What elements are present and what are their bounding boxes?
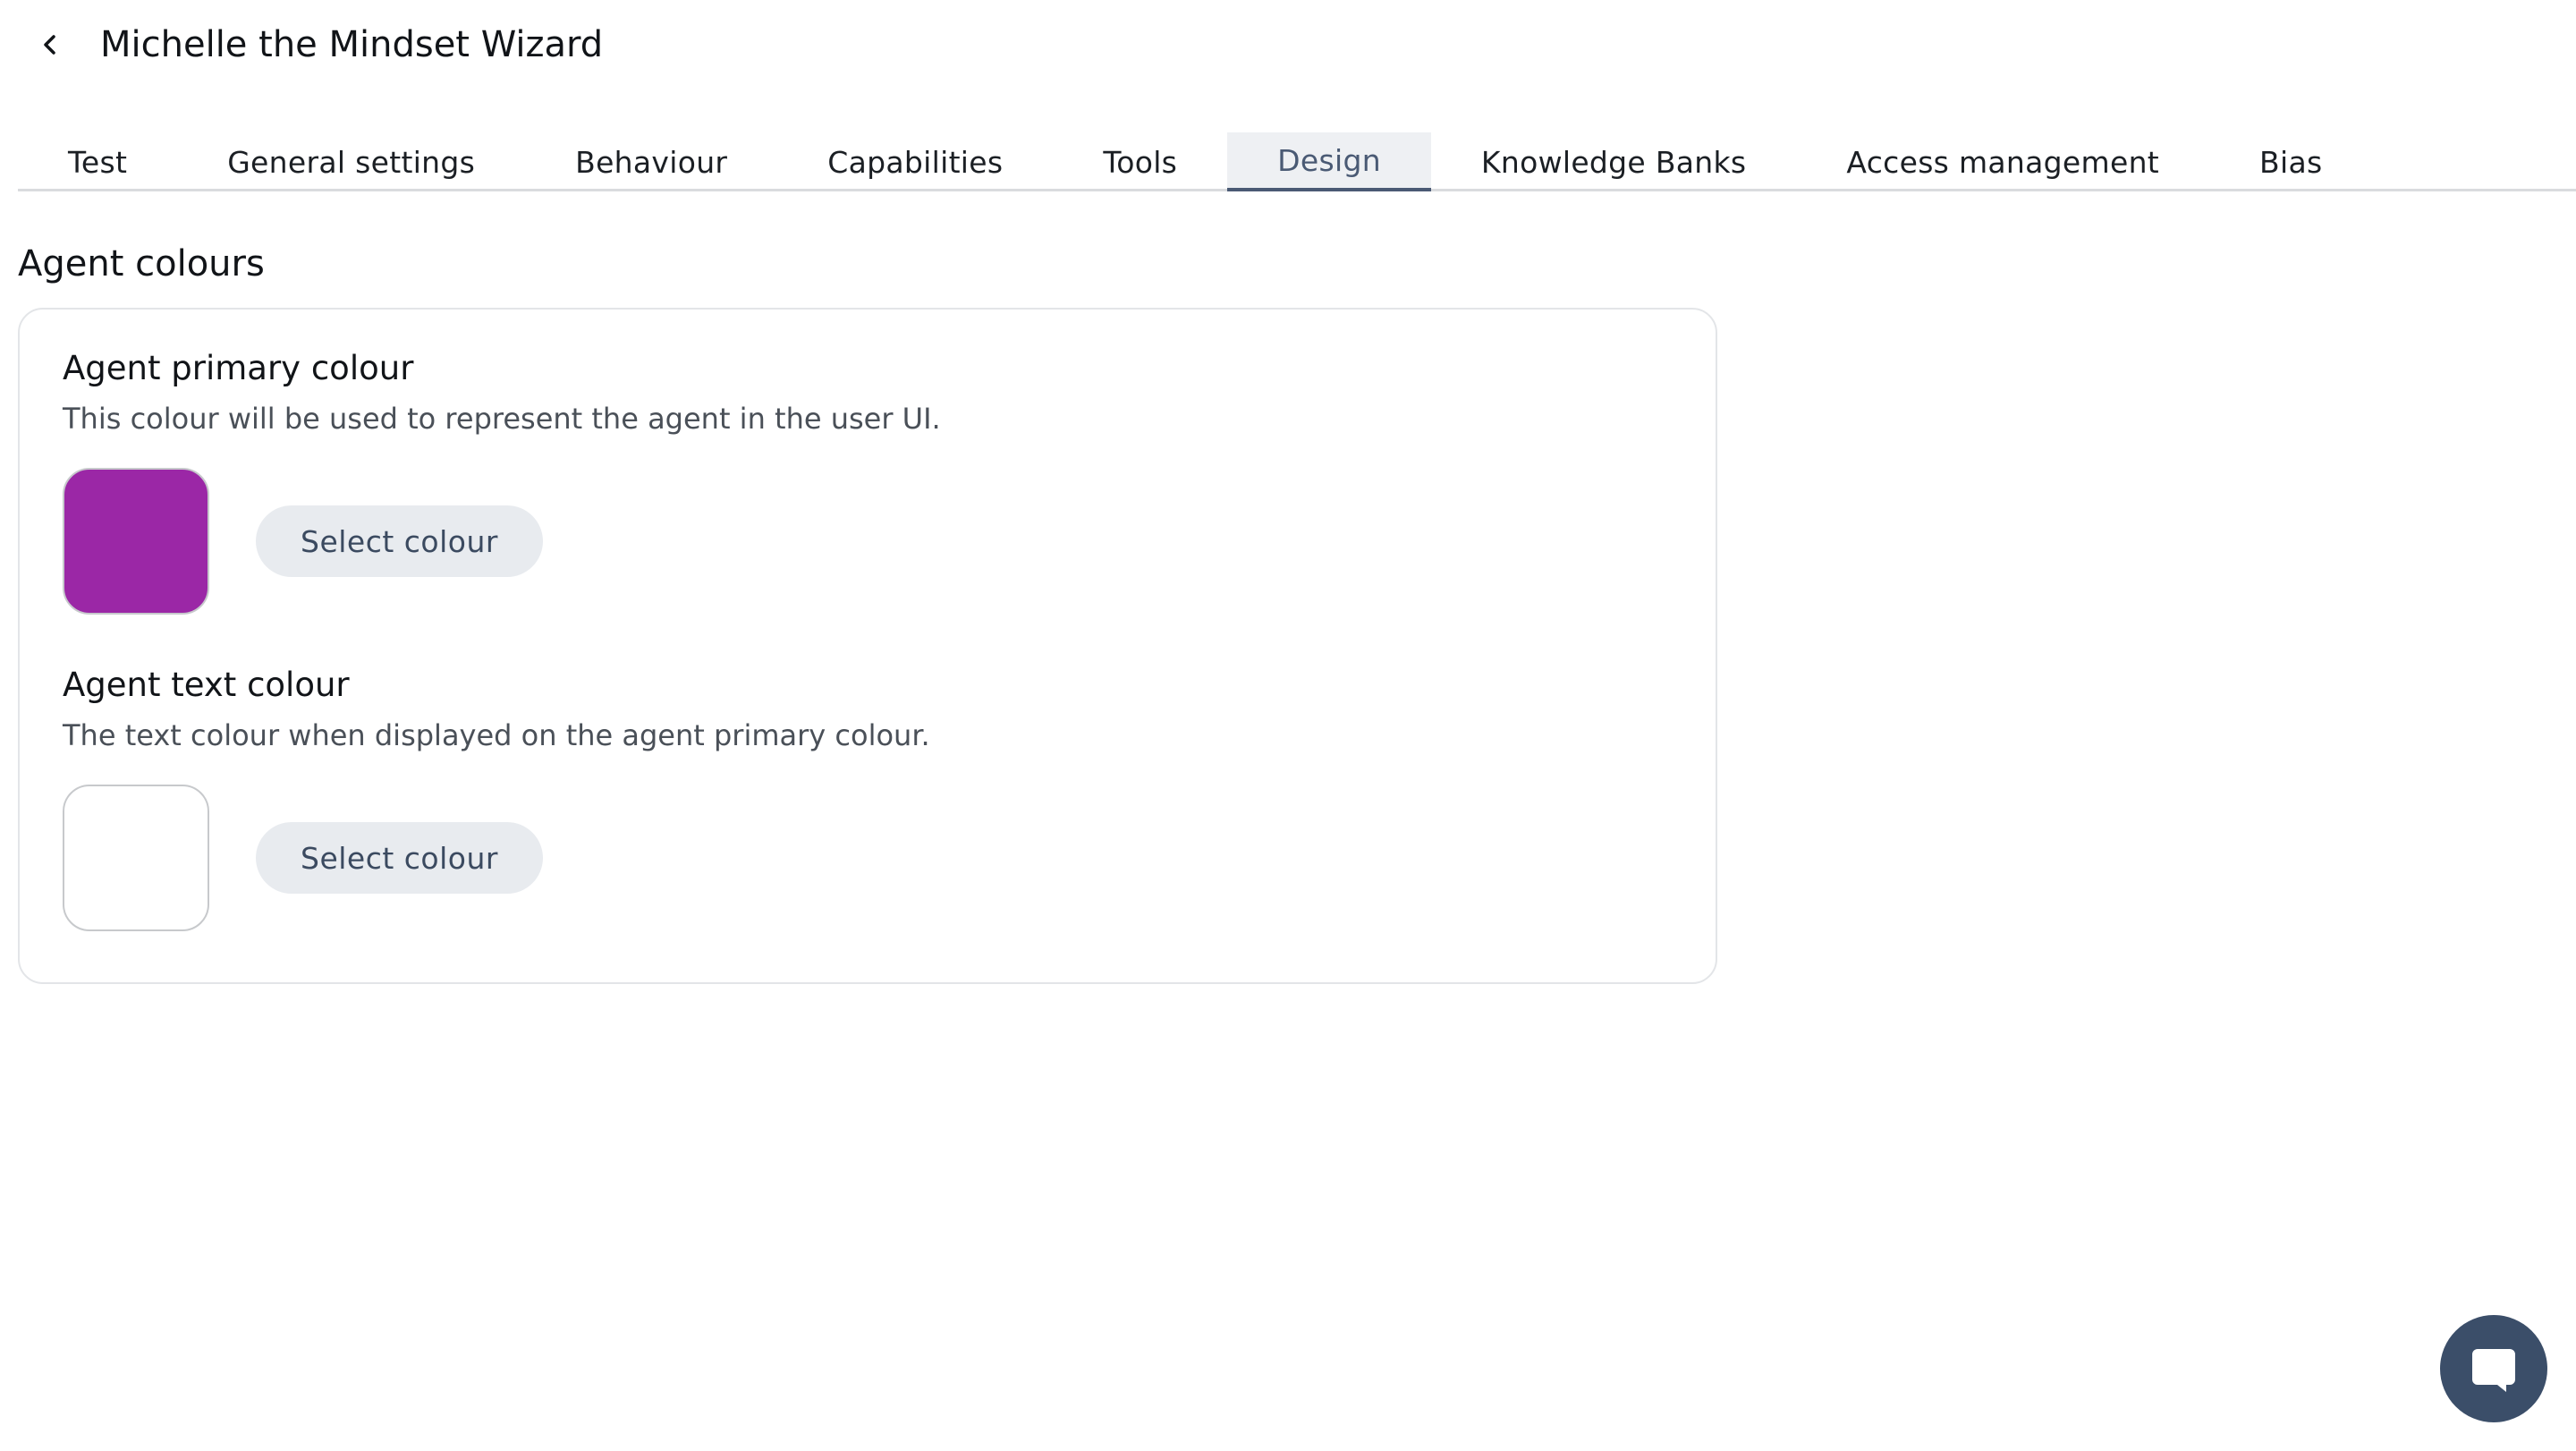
select-text-colour-button[interactable]: Select colour [256,822,543,894]
tab-behaviour[interactable]: Behaviour [525,132,777,191]
tab-test[interactable]: Test [18,132,177,191]
chat-bubble-icon [2472,1349,2515,1392]
text-colour-field: Agent text colour The text colour when d… [63,666,930,931]
select-primary-colour-button[interactable]: Select colour [256,505,543,577]
page-title: Michelle the Mindset Wizard [100,24,604,65]
tab-design[interactable]: Design [1227,132,1431,191]
tab-capabilities[interactable]: Capabilities [777,132,1053,191]
text-colour-description: The text colour when displayed on the ag… [63,718,930,752]
primary-colour-field: Agent primary colour This colour will be… [63,349,941,615]
section-title: Agent colours [18,243,265,284]
primary-colour-swatch[interactable] [63,468,209,615]
text-colour-title: Agent text colour [63,666,350,704]
tab-bar: Test General settings Behaviour Capabili… [18,132,2576,191]
tab-knowledge-banks[interactable]: Knowledge Banks [1431,132,1796,191]
page-header: Michelle the Mindset Wizard [32,16,603,73]
agent-colours-card: Agent primary colour This colour will be… [18,308,1717,984]
tab-tools[interactable]: Tools [1053,132,1227,191]
tab-general-settings[interactable]: General settings [177,132,525,191]
primary-colour-title: Agent primary colour [63,349,414,387]
tab-bias[interactable]: Bias [2209,132,2372,191]
primary-colour-description: This colour will be used to represent th… [63,402,941,436]
chevron-left-icon [44,35,55,55]
tab-access-management[interactable]: Access management [1796,132,2209,191]
text-colour-swatch[interactable] [63,785,209,931]
chat-widget-button[interactable] [2440,1315,2547,1422]
back-button[interactable] [32,16,68,73]
